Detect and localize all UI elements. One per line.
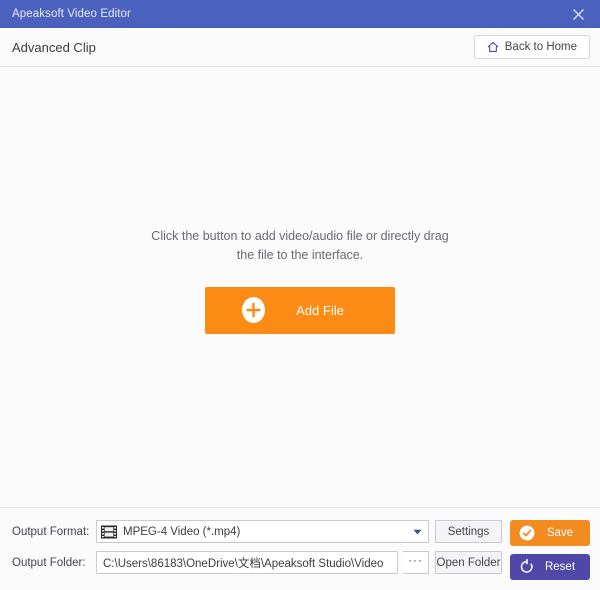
app-window: Apeaksoft Video Editor Advanced Clip Bac… <box>0 0 600 590</box>
reset-arrow-icon <box>518 558 536 576</box>
plus-circle-icon <box>242 297 265 323</box>
back-to-home-label: Back to Home <box>504 41 577 53</box>
output-format-label: Output Format: <box>12 525 90 538</box>
output-fields: Output Format: MPEG-4 Video (*.mp4) Sett… <box>12 520 502 580</box>
save-label: Save <box>546 527 574 539</box>
drop-hint-text: Click the button to add video/audio file… <box>151 228 449 262</box>
output-format-select[interactable]: MPEG-4 Video (*.mp4) <box>96 520 429 543</box>
add-file-label: Add File <box>296 302 344 318</box>
add-file-button[interactable]: Add File <box>205 286 395 334</box>
check-circle-icon <box>518 524 536 542</box>
close-button[interactable] <box>556 0 600 28</box>
reset-button[interactable]: Reset <box>510 554 590 580</box>
file-drop-area[interactable]: Click the button to add video/audio file… <box>0 67 600 508</box>
title-bar: Apeaksoft Video Editor <box>0 0 600 28</box>
chevron-down-icon <box>413 529 422 534</box>
output-folder-input[interactable]: C:\Users\86183\OneDrive\文档\Apeaksoft Stu… <box>96 551 398 574</box>
reset-label: Reset <box>544 561 576 573</box>
output-format-value: MPEG-4 Video (*.mp4) <box>123 525 241 538</box>
page-title: Advanced Clip <box>12 39 96 55</box>
output-folder-value: C:\Users\86183\OneDrive\文档\Apeaksoft Stu… <box>103 557 384 570</box>
output-panel: Output Format: MPEG-4 Video (*.mp4) Sett… <box>0 508 600 590</box>
save-button[interactable]: Save <box>510 520 590 546</box>
output-folder-row: Output Folder: C:\Users\86183\OneDrive\文… <box>12 551 502 574</box>
window-title: Apeaksoft Video Editor <box>12 8 131 20</box>
browse-folder-button[interactable]: ··· <box>403 551 429 574</box>
output-folder-label: Output Folder: <box>12 556 86 569</box>
film-strip-icon <box>101 525 117 538</box>
output-format-row: Output Format: MPEG-4 Video (*.mp4) Sett… <box>12 520 502 543</box>
back-to-home-button[interactable]: Back to Home <box>473 35 590 59</box>
settings-button[interactable]: Settings <box>435 520 502 543</box>
page-header: Advanced Clip Back to Home <box>0 28 600 67</box>
home-icon <box>487 41 498 52</box>
close-icon <box>572 8 584 20</box>
output-actions: Save Reset <box>510 520 590 580</box>
open-folder-button[interactable]: Open Folder <box>435 551 502 574</box>
